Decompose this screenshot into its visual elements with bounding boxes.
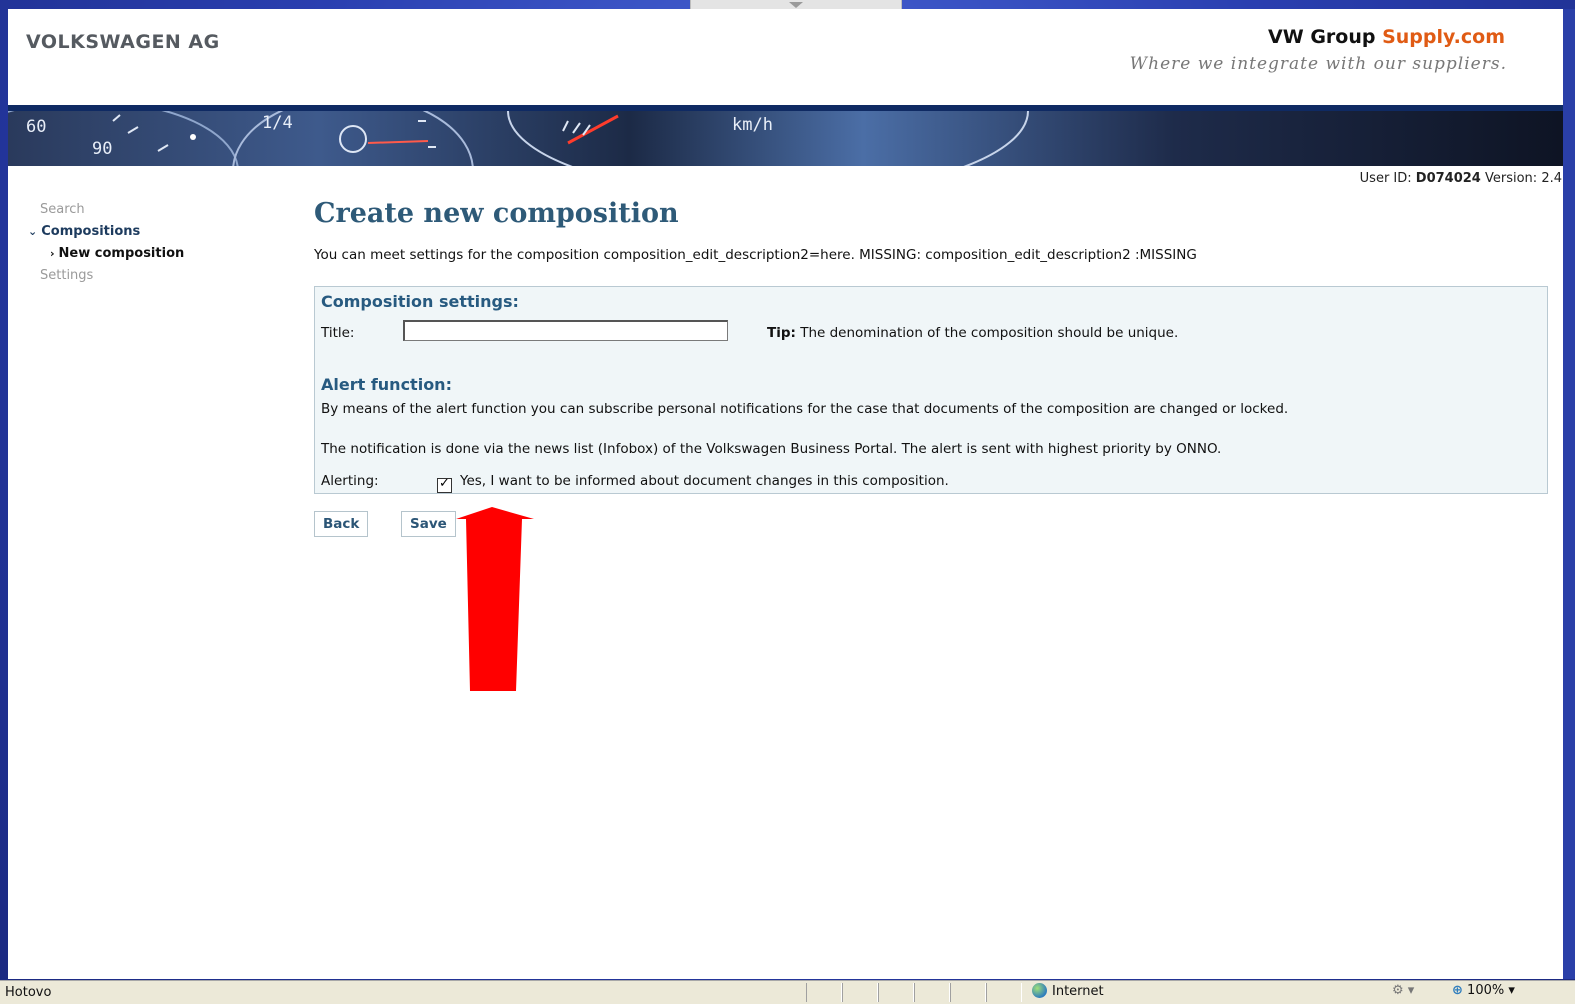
annotation-arrow-icon (456, 507, 534, 691)
status-panel (806, 983, 842, 1002)
brand-accent: Supply.com (1382, 26, 1505, 48)
alert-notification-info: The notification is done via the news li… (321, 441, 1222, 457)
gauge-label: 1/4 (262, 113, 293, 133)
page-description: You can meet settings for the compositio… (314, 247, 1197, 263)
version-label: Version: (1480, 171, 1542, 186)
tip-text: The denomination of the composition shou… (795, 325, 1179, 341)
chevron-down-icon: ⌄ (28, 225, 38, 238)
sidebar-item-label: Settings (40, 268, 94, 283)
sidebar-nav: Search ⌄ Compositions › New composition Se… (28, 199, 184, 287)
magnifier-icon: ⊕ (1452, 983, 1463, 998)
globe-icon (1032, 983, 1047, 998)
version-number: 2.4 (1541, 171, 1562, 186)
company-name: VOLKSWAGEN AG (26, 31, 220, 53)
alert-description: By means of the alert function you can s… (321, 401, 1289, 417)
status-panel (878, 983, 914, 1002)
gauge-label: 60 (26, 117, 47, 137)
gauge-label: 90 (92, 139, 113, 159)
brand-tagline: Where we integrate with our suppliers. (1129, 54, 1507, 74)
alerting-checkbox[interactable]: ✓ (437, 476, 452, 493)
chevron-right-icon: › (50, 247, 55, 260)
protected-mode-icon[interactable]: ⚙ ▾ (1392, 983, 1414, 998)
sidebar-item-label: Compositions (41, 224, 141, 239)
security-zone[interactable]: Internet (1032, 983, 1104, 999)
sidebar-item-label: Search (40, 202, 85, 217)
zoom-control[interactable]: ⊕ 100% ▾ (1452, 983, 1515, 998)
chevron-down-icon (789, 2, 803, 8)
status-panel (842, 983, 878, 1002)
alert-heading: Alert function: (321, 375, 452, 394)
zone-label: Internet (1052, 984, 1104, 999)
sidebar-item-settings[interactable]: Settings (40, 265, 184, 287)
sidebar-item-search[interactable]: Search (40, 199, 184, 221)
checkmark-icon: ✓ (439, 476, 450, 491)
page-title: Create new composition (314, 198, 679, 229)
alerting-label: Alerting: (321, 473, 379, 489)
sidebar-item-new-composition[interactable]: › New composition (40, 243, 184, 265)
title-tip: Tip: The denomination of the composition… (767, 325, 1178, 341)
status-panel (986, 983, 1022, 1002)
zoom-level: 100% (1467, 983, 1505, 998)
status-panel (950, 983, 986, 1002)
status-panel (914, 983, 950, 1002)
user-id: D074024 (1415, 171, 1481, 186)
user-info: User ID: D074024 Version: 2.4 (1360, 171, 1562, 186)
sidebar-item-label: New composition (58, 246, 185, 261)
composition-settings-panel: Composition settings: Title: Tip: The de… (314, 286, 1548, 494)
speedometer-banner: 60 90 1/4 km/h (8, 105, 1563, 166)
title-input[interactable] (403, 320, 728, 341)
browser-statusbar: Hotovo Internet ⚙ ▾ ⊕ 100% ▾ (0, 980, 1575, 1004)
status-text: Hotovo (5, 985, 52, 1000)
banner-graphic (8, 111, 1029, 166)
back-button[interactable]: Back (314, 511, 369, 537)
title-label: Title: (321, 325, 355, 341)
brand-logo[interactable]: VW Group Supply.com (1268, 26, 1505, 48)
user-id-label: User ID: (1359, 171, 1416, 186)
gauge-label: km/h (732, 115, 773, 135)
brand-main: VW Group (1268, 26, 1383, 48)
settings-heading: Composition settings: (321, 292, 519, 311)
page-scrollbar[interactable] (1563, 9, 1575, 979)
tip-label: Tip: (767, 325, 796, 341)
sidebar-item-compositions[interactable]: ⌄ Compositions (28, 221, 184, 243)
browser-page: VOLKSWAGEN AG VW Group Supply.com Where … (8, 9, 1563, 979)
alerting-option-label[interactable]: Yes, I want to be informed about documen… (460, 473, 949, 489)
